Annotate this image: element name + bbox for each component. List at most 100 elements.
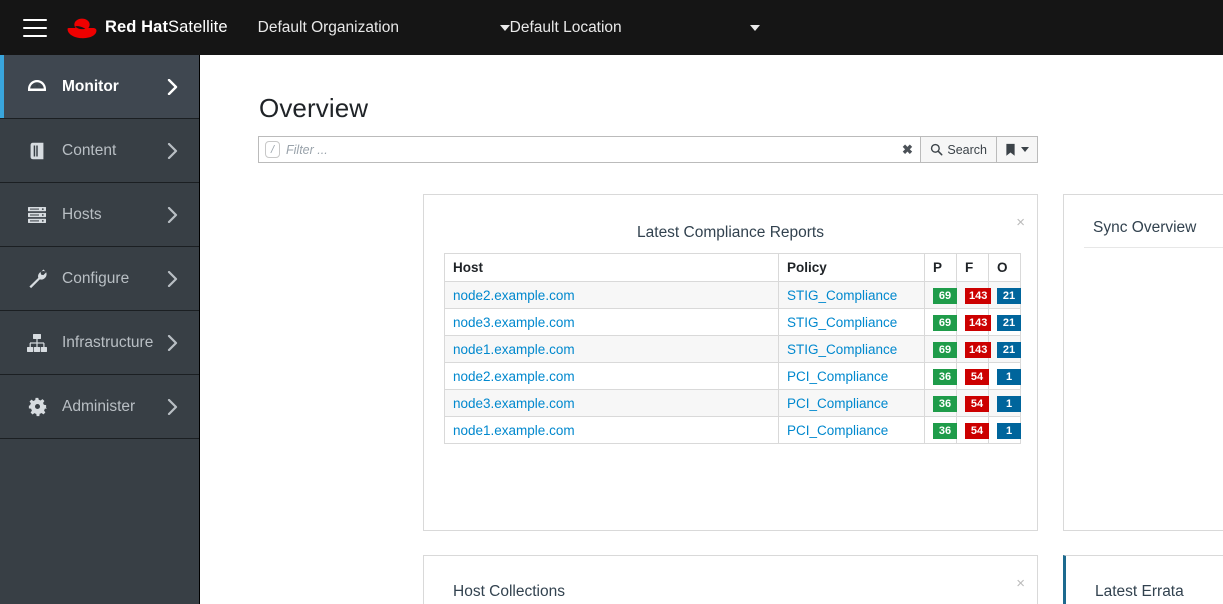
sidebar-item-administer[interactable]: Administer	[0, 375, 199, 439]
failed-badge[interactable]: 54	[965, 368, 989, 385]
page-title: Overview	[259, 93, 369, 123]
other-badge[interactable]: 1	[997, 395, 1021, 412]
compliance-reports-table: Host Policy P F O node2.example.com STIG…	[444, 253, 1021, 444]
chevron-right-icon	[163, 78, 181, 95]
close-icon[interactable]: ×	[1016, 215, 1025, 230]
card-host-collections: Host Collections ×	[423, 555, 1038, 604]
host-link[interactable]: node1.example.com	[453, 342, 575, 357]
failed-badge[interactable]: 143	[965, 341, 992, 358]
other-badge[interactable]: 1	[997, 368, 1021, 385]
search-input-wrapper[interactable]: / ✖	[258, 136, 922, 163]
table-row: node3.example.com STIG_Compliance 69 143…	[444, 308, 1021, 336]
other-badge[interactable]: 1	[997, 422, 1021, 439]
table-row: node2.example.com PCI_Compliance 36 54 1	[444, 362, 1021, 390]
passed-badge[interactable]: 69	[933, 287, 957, 304]
card-title: Latest Compliance Reports	[637, 224, 824, 241]
masthead: Red HatSatellite Default Organization De…	[0, 0, 1223, 55]
brand-text: Red HatSatellite	[105, 18, 228, 37]
host-link[interactable]: node2.example.com	[453, 288, 575, 303]
passed-badge[interactable]: 36	[933, 368, 957, 385]
close-icon[interactable]: ×	[1016, 576, 1025, 591]
card-title: Sync Overview	[1093, 219, 1197, 236]
host-link[interactable]: node2.example.com	[453, 369, 575, 384]
search-button[interactable]: Search	[921, 136, 997, 163]
search-icon	[931, 143, 943, 156]
column-header-host: Host	[444, 253, 779, 282]
sitemap-icon	[24, 330, 50, 356]
sidebar-item-label: Hosts	[62, 205, 102, 223]
failed-badge[interactable]: 54	[965, 395, 989, 412]
location-selector[interactable]: Default Location	[510, 0, 760, 55]
policy-link[interactable]: PCI_Compliance	[787, 423, 888, 438]
failed-badge[interactable]: 54	[965, 422, 989, 439]
book-icon	[24, 138, 50, 164]
chevron-right-icon	[163, 334, 181, 351]
chevron-right-icon	[163, 398, 181, 415]
search-input[interactable]	[280, 138, 899, 161]
card-title: Host Collections	[453, 583, 565, 600]
card-latest-compliance-reports: Latest Compliance Reports × Host Policy …	[423, 194, 1038, 531]
sidebar-navigation: Monitor Content Hosts Configure Infrastr…	[0, 55, 200, 604]
divider	[1084, 247, 1223, 248]
policy-link[interactable]: PCI_Compliance	[787, 369, 888, 384]
card-title: Latest Errata	[1095, 583, 1184, 600]
dashboard-icon	[24, 74, 50, 100]
search-toolbar: / ✖ Search	[258, 136, 1038, 163]
chevron-down-icon	[1021, 147, 1029, 152]
sidebar-item-infrastructure[interactable]: Infrastructure	[0, 311, 199, 375]
table-row: node3.example.com PCI_Compliance 36 54 1	[444, 389, 1021, 417]
clear-search-icon[interactable]: ✖	[898, 143, 916, 156]
organization-label: Default Organization	[257, 18, 399, 36]
search-button-label: Search	[947, 142, 987, 157]
host-link[interactable]: node3.example.com	[453, 315, 575, 330]
other-badge[interactable]: 21	[997, 341, 1021, 358]
brand-name-light: Satellite	[168, 18, 228, 36]
sidebar-item-configure[interactable]: Configure	[0, 247, 199, 311]
host-link[interactable]: node1.example.com	[453, 423, 575, 438]
sidebar-item-hosts[interactable]: Hosts	[0, 183, 199, 247]
table-row: node1.example.com PCI_Compliance 36 54 1	[444, 416, 1021, 444]
bookmark-icon	[1006, 143, 1015, 156]
failed-badge[interactable]: 143	[965, 287, 992, 304]
policy-link[interactable]: STIG_Compliance	[787, 315, 897, 330]
card-sync-overview: Sync Overview	[1063, 194, 1223, 531]
chevron-right-icon	[163, 206, 181, 223]
passed-badge[interactable]: 36	[933, 395, 957, 412]
policy-link[interactable]: STIG_Compliance	[787, 342, 897, 357]
brand-name-bold: Red Hat	[105, 18, 169, 36]
passed-badge[interactable]: 69	[933, 341, 957, 358]
passed-badge[interactable]: 36	[933, 422, 957, 439]
hamburger-icon[interactable]	[23, 18, 47, 37]
chevron-right-icon	[163, 270, 181, 287]
organization-selector[interactable]: Default Organization	[258, 0, 510, 55]
policy-link[interactable]: STIG_Compliance	[787, 288, 897, 303]
column-header-other: O	[988, 253, 1021, 282]
sidebar-item-label: Configure	[62, 269, 130, 287]
brand-logo[interactable]: Red HatSatellite	[65, 16, 228, 40]
server-icon	[24, 202, 50, 228]
passed-badge[interactable]: 69	[933, 314, 957, 331]
location-label: Default Location	[509, 18, 622, 36]
bookmark-dropdown-button[interactable]	[997, 136, 1038, 163]
other-badge[interactable]: 21	[997, 287, 1021, 304]
sidebar-item-monitor[interactable]: Monitor	[0, 55, 199, 119]
failed-badge[interactable]: 143	[965, 314, 992, 331]
chevron-right-icon	[163, 142, 181, 159]
table-row: node1.example.com STIG_Compliance 69 143…	[444, 335, 1021, 363]
sidebar-item-label: Monitor	[62, 77, 119, 95]
keyboard-shortcut-badge: /	[265, 141, 280, 158]
main-content: Overview / ✖ Search Latest Compliance Re…	[201, 55, 1223, 604]
red-hat-logo-icon	[67, 18, 97, 38]
gear-icon	[24, 394, 50, 420]
sidebar-item-label: Infrastructure	[62, 333, 154, 351]
chevron-down-icon	[499, 24, 510, 31]
policy-link[interactable]: PCI_Compliance	[787, 396, 888, 411]
sidebar-item-label: Content	[62, 141, 117, 159]
column-header-policy: Policy	[778, 253, 925, 282]
column-header-passed: P	[924, 253, 957, 282]
host-link[interactable]: node3.example.com	[453, 396, 575, 411]
card-latest-errata: Latest Errata	[1063, 555, 1223, 604]
wrench-icon	[24, 266, 50, 292]
sidebar-item-content[interactable]: Content	[0, 119, 199, 183]
other-badge[interactable]: 21	[997, 314, 1021, 331]
